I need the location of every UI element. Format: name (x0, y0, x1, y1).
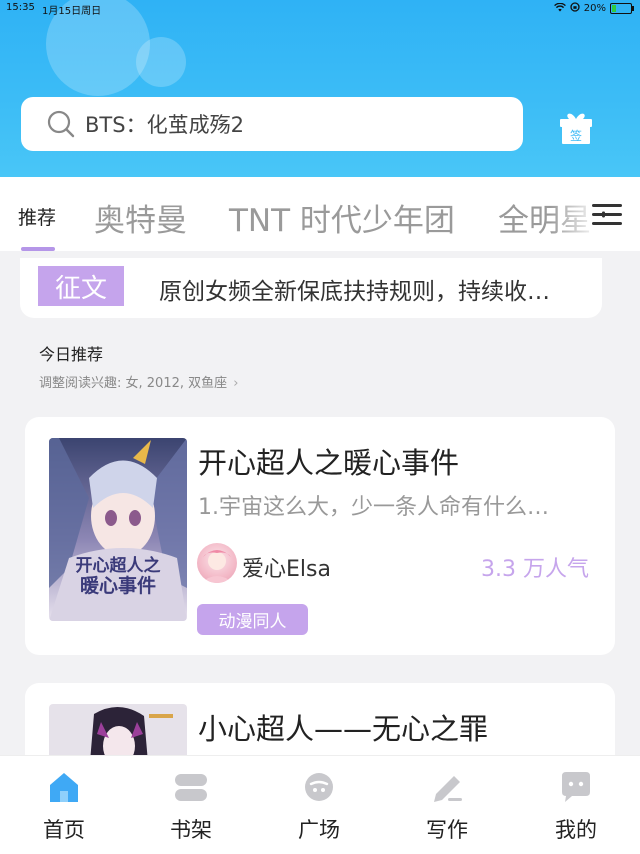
tab-tnt[interactable]: TNT 时代少年团 (229, 195, 455, 240)
tab-ultraman[interactable]: 奥特曼 (94, 195, 187, 240)
nav-bookshelf-label: 书架 (170, 818, 212, 842)
book-author: 爱心Elsa (242, 557, 331, 582)
gift-sign-label: 签 (570, 128, 582, 143)
bookshelf-icon (174, 770, 208, 804)
wifi-icon (553, 2, 566, 15)
category-tabs: 推荐 奥特曼 TNT 时代少年团 全明星 (0, 177, 640, 251)
book-title: 开心超人之暖心事件 (198, 446, 460, 480)
book-popularity: 3.3 万人气 (481, 557, 589, 582)
nav-write-label: 写作 (426, 818, 468, 842)
status-bar: 15:35 1月15日周日 20% (0, 0, 640, 18)
preference-text: 调整阅读兴趣: 女, 2012, 双鱼座 (39, 376, 228, 391)
notice-text: 原创女频全新保底扶持规则，持续收… (159, 279, 550, 305)
category-menu-icon[interactable] (592, 201, 626, 229)
app-header: 15:35 1月15日周日 20% BTS：化茧成殇2 签 (0, 0, 640, 177)
contest-notice-banner[interactable]: 征文 原创女频全新保底扶持规则，持续收… (20, 258, 602, 318)
reading-preference-link[interactable]: 调整阅读兴趣: 女, 2012, 双鱼座 › (39, 372, 238, 391)
search-bar[interactable]: BTS：化茧成殇2 (21, 97, 523, 151)
nav-plaza-label: 广场 (298, 818, 340, 842)
book-cover: 开心超人之 暖心事件 (49, 438, 187, 621)
tab-recommend[interactable]: 推荐 (18, 203, 56, 230)
search-placeholder: BTS：化茧成殇2 (85, 113, 244, 137)
nav-home-label: 首页 (43, 818, 85, 842)
active-tab-indicator (21, 247, 55, 251)
cover-title-line1: 开心超人之 (75, 556, 161, 576)
nav-profile-label: 我的 (555, 818, 597, 842)
bottom-navigation: 首页 书架 广场 写作 我的 (0, 755, 640, 854)
genre-tag[interactable]: 动漫同人 (197, 604, 308, 635)
section-title: 今日推荐 (39, 345, 104, 364)
battery-icon (610, 3, 634, 14)
status-right: 20% (553, 2, 634, 15)
book-card[interactable]: 开心超人之 暖心事件 开心超人之暖心事件 1.宇宙这么大，少一条人命有什么… 爱… (25, 417, 615, 655)
status-time: 15:35 (6, 2, 35, 13)
planet-icon (302, 770, 336, 804)
cover-title-line2: 暖心事件 (79, 575, 156, 597)
orientation-lock-icon (570, 2, 580, 15)
search-icon (47, 110, 75, 138)
book-description: 1.宇宙这么大，少一条人命有什么… (198, 495, 549, 520)
chevron-right-icon: › (233, 376, 239, 391)
battery-percent: 20% (583, 3, 606, 14)
book-title: 小心超人——无心之罪 (198, 712, 489, 746)
pen-icon (430, 770, 464, 804)
cover-title: 开心超人之 暖心事件 (49, 556, 187, 596)
contest-tag: 征文 (38, 266, 124, 306)
chat-bubble-icon (559, 770, 593, 804)
daily-sign-in-gift-icon[interactable]: 签 (557, 108, 595, 146)
decor-bubble-small (136, 37, 186, 87)
author-avatar[interactable] (197, 543, 237, 583)
home-icon (47, 770, 81, 804)
status-date: 1月15日周日 (42, 6, 102, 17)
